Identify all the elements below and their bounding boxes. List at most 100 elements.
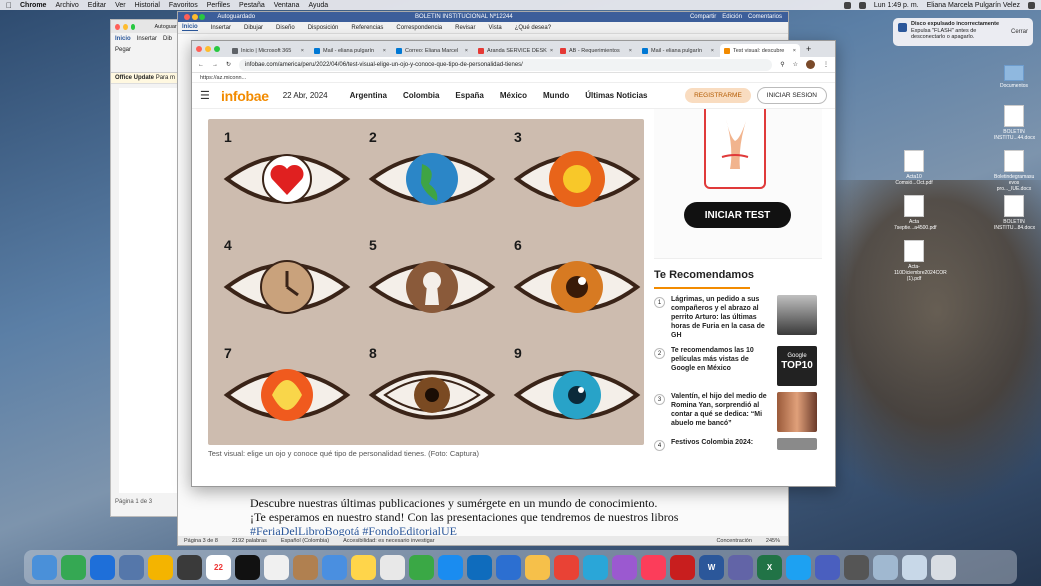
menu-pestana[interactable]: Pestaña [239, 2, 265, 9]
profile-avatar[interactable] [806, 60, 815, 69]
pages-icon[interactable] [525, 554, 550, 580]
acrobat-icon[interactable] [670, 554, 695, 580]
music-icon[interactable] [641, 554, 666, 580]
zoom-icon[interactable] [214, 46, 220, 52]
wifi-icon[interactable] [843, 1, 851, 9]
chrome-tab[interactable]: Mail - eliana pulgarín × [310, 44, 390, 57]
tell-me-search[interactable]: ¿Qué desea? [515, 25, 551, 31]
nav-mundo[interactable]: Mundo [543, 91, 569, 100]
outlook-icon[interactable] [467, 554, 492, 580]
status-zoom[interactable]: 245% [766, 538, 788, 544]
desktop-file[interactable]: BOLETIN INSTITU...84.docx [994, 195, 1035, 231]
ribbon-tab-diseno[interactable]: Diseño [276, 25, 295, 31]
chrome-tab[interactable]: Correo: Eliana Marcel × [392, 44, 472, 57]
recommended-thumbnail[interactable] [777, 295, 817, 335]
chrome-tab[interactable]: AB - Requerimientos × [556, 44, 636, 57]
ribbon-tab-dibujar[interactable]: Dibujar [244, 25, 263, 31]
ribbon-tab-vista[interactable]: Vista [488, 25, 501, 31]
disk-notification[interactable]: Disco expulsado incorrectamente Expulsa … [893, 18, 1033, 46]
chrome-tab[interactable]: Mail - eliana pulgarín × [638, 44, 718, 57]
nav-ultimas-noticias[interactable]: Últimas Noticias [585, 91, 647, 100]
recommended-thumbnail[interactable]: Google TOP10 [777, 346, 817, 386]
display-icon[interactable] [844, 554, 869, 580]
menu-archivo[interactable]: Archivo [55, 2, 78, 9]
login-button[interactable]: INICIAR SESION [756, 87, 827, 104]
downloads-stack-icon[interactable] [873, 554, 898, 580]
recommended-link[interactable]: Lágrimas, un pedido a sus compañeros y e… [671, 295, 771, 340]
trash-icon[interactable] [931, 554, 956, 580]
zoom-icon[interactable] [199, 14, 206, 20]
notes-icon[interactable] [351, 554, 376, 580]
word-tab-dibujar[interactable]: Dib [163, 36, 172, 42]
register-button[interactable]: REGISTRARME [685, 88, 751, 103]
close-icon[interactable] [115, 23, 120, 30]
finder-icon[interactable] [32, 554, 57, 580]
status-page[interactable]: Página 3 de 8 [184, 538, 218, 544]
chrome-tab-active[interactable]: Test visual: descubre × [720, 44, 800, 57]
teams-icon[interactable] [728, 554, 753, 580]
minimize-icon[interactable] [122, 23, 128, 30]
recommended-thumbnail[interactable] [777, 392, 817, 432]
recommended-item[interactable]: 3 Valentín, el hijo del medio de Romina … [654, 392, 822, 432]
app-store-icon[interactable] [438, 554, 463, 580]
desktop-file[interactable]: Acta10 Comsió...Oct.pdf [894, 150, 934, 186]
facetime-icon[interactable] [61, 554, 86, 580]
chrome-window[interactable]: Inicio | Microsoft 365 × Mail - eliana pu… [191, 40, 836, 487]
edge-dev-icon[interactable] [786, 554, 811, 580]
photos-icon[interactable] [148, 554, 173, 580]
edit-mode-button[interactable]: Edición [722, 14, 742, 20]
battery-icon[interactable] [858, 1, 866, 9]
notes-folder-icon[interactable] [293, 554, 318, 580]
menu-historial[interactable]: Historial [135, 2, 160, 9]
ribbon-tab-correspondencia[interactable]: Correspondencia [396, 25, 442, 31]
close-icon[interactable] [184, 14, 190, 20]
safari-icon[interactable] [90, 554, 115, 580]
zoom-lens-icon[interactable]: ⚲ [780, 61, 784, 68]
doc-body[interactable]: Descubre nuestras últimas publicaciones … [250, 496, 678, 538]
podcasts-icon[interactable] [612, 554, 637, 580]
status-focus[interactable]: Concentración [716, 538, 751, 544]
bookmark-item[interactable]: https://az.miconn... [200, 75, 246, 81]
close-icon[interactable] [196, 46, 202, 52]
chrome-menu-icon[interactable]: ⋮ [823, 61, 829, 68]
desktop-file[interactable]: Acta 7septie...a4500.pdf [894, 195, 937, 231]
messages-icon[interactable] [322, 554, 347, 580]
recommended-link[interactable]: Festivos Colombia 2024: [671, 438, 771, 451]
recommended-item[interactable]: 1 Lágrimas, un pedido a sus compañeros y… [654, 295, 822, 340]
tab-close-icon[interactable]: × [793, 48, 796, 54]
ribbon-tab-inicio[interactable]: Inicio [182, 24, 198, 31]
apple-icon[interactable]:  [6, 1, 12, 10]
nav-mexico[interactable]: México [500, 91, 527, 100]
desktop-file[interactable]: Acta-110Diciembre2024COR (1).pdf [894, 240, 947, 282]
teams-classic-icon[interactable] [815, 554, 840, 580]
ribbon-tab-insertar[interactable]: Insertar [211, 25, 231, 31]
freeform-icon[interactable] [380, 554, 405, 580]
reload-icon[interactable]: ↻ [226, 61, 231, 68]
tab-close-icon[interactable]: × [383, 48, 386, 54]
minimize-icon[interactable] [205, 46, 211, 52]
nav-argentina[interactable]: Argentina [350, 91, 387, 100]
edge-icon[interactable] [583, 554, 608, 580]
bookmark-star-icon[interactable]: ☆ [793, 61, 798, 68]
keynote-icon[interactable] [496, 554, 521, 580]
launchpad-icon[interactable] [177, 554, 202, 580]
tab-close-icon[interactable]: × [550, 48, 553, 54]
ribbon-tab-disposicion[interactable]: Disposición [308, 25, 339, 31]
nav-colombia[interactable]: Colombia [403, 91, 439, 100]
desktop-folder[interactable]: Documentos [994, 65, 1034, 89]
menu-ayuda[interactable]: Ayuda [308, 2, 328, 9]
apple-tv-icon[interactable] [235, 554, 260, 580]
nav-espana[interactable]: España [455, 91, 483, 100]
clock[interactable]: Lun 1:49 p. m. [874, 2, 919, 9]
desktop-file[interactable]: BOLETIN INSTITU...44.docx [994, 105, 1035, 141]
tab-close-icon[interactable]: × [711, 48, 714, 54]
numbers-icon[interactable] [409, 554, 434, 580]
zoom-icon[interactable] [130, 23, 136, 30]
recommended-item[interactable]: 2 Te recomendamos las 10 películas más v… [654, 346, 822, 386]
infobae-logo[interactable]: infobae [221, 88, 269, 104]
back-icon[interactable]: ← [198, 62, 204, 68]
ribbon-tab-revisar[interactable]: Revisar [455, 25, 475, 31]
address-bar[interactable]: infobae.com/america/peru/2022/04/06/test… [239, 58, 773, 71]
tab-close-icon[interactable]: × [301, 48, 304, 54]
recommended-link[interactable]: Te recomendamos las 10 películas más vis… [671, 346, 771, 386]
